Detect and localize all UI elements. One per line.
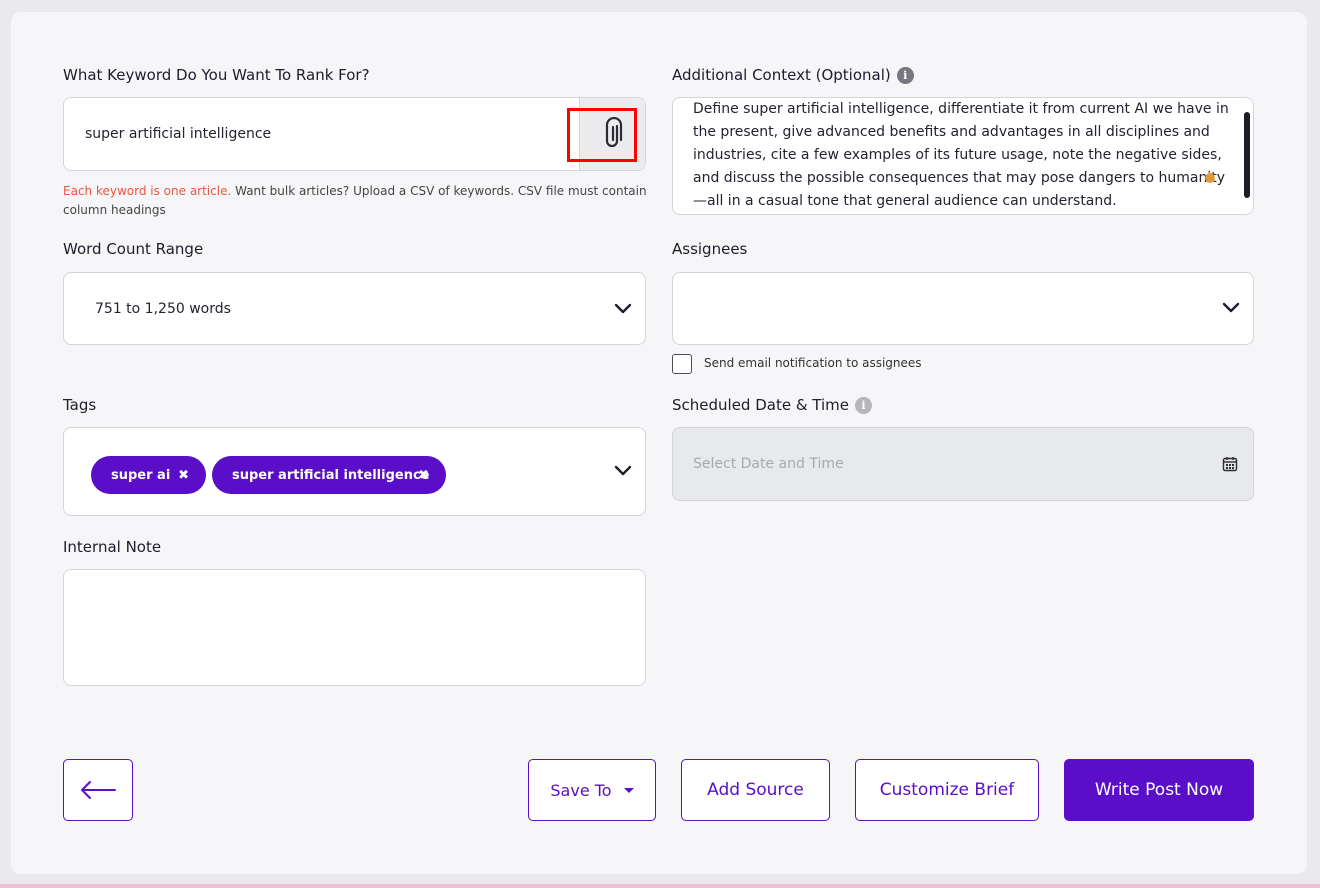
back-button[interactable] <box>63 759 133 821</box>
arrow-left-icon <box>81 781 116 799</box>
tag-chip-label: super artificial intelligence <box>232 467 430 483</box>
schedule-label: Scheduled Date & Time i <box>672 396 873 414</box>
tags-select[interactable]: super ai ✖ super artificial intelligence… <box>63 427 646 516</box>
context-text[interactable]: Define super artificial intelligence, di… <box>693 98 1233 213</box>
save-to-button[interactable]: Save To <box>528 759 656 821</box>
word-count-label: Word Count Range <box>63 240 203 258</box>
tag-chip: super artificial intelligence ✖ <box>212 456 446 494</box>
status-dot <box>1205 173 1215 183</box>
add-source-button[interactable]: Add Source <box>681 759 830 821</box>
keyword-field[interactable]: super artificial intelligence <box>63 97 646 171</box>
notify-assignees-checkbox[interactable] <box>672 354 692 374</box>
assignees-select[interactable] <box>672 272 1254 345</box>
context-textarea[interactable]: Define super artificial intelligence, di… <box>672 97 1254 215</box>
word-count-value: 751 to 1,250 words <box>95 301 231 317</box>
page-bottom-border <box>0 884 1320 888</box>
remove-tag-icon[interactable]: ✖ <box>418 468 429 483</box>
schedule-placeholder: Select Date and Time <box>693 456 844 472</box>
write-post-now-label: Write Post Now <box>1094 780 1224 800</box>
save-to-label: Save To <box>550 780 612 800</box>
tags-label: Tags <box>63 396 96 414</box>
customize-brief-label: Customize Brief <box>879 780 1015 800</box>
add-source-label: Add Source <box>707 780 804 800</box>
info-icon[interactable]: i <box>896 66 914 84</box>
write-post-now-button[interactable]: Write Post Now <box>1064 759 1254 821</box>
caret-down-icon <box>623 787 634 793</box>
chevron-down-icon <box>614 465 632 476</box>
keyword-input[interactable]: super artificial intelligence <box>85 126 271 142</box>
internal-note-label-text: Internal Note <box>63 538 162 556</box>
tag-chip: super ai ✖ <box>91 456 206 494</box>
word-count-select[interactable]: 751 to 1,250 words <box>63 272 646 345</box>
assignees-label: Assignees <box>672 240 747 258</box>
schedule-label-text: Scheduled Date & Time <box>672 396 850 414</box>
attach-highlight-box <box>567 108 637 162</box>
tags-label-text: Tags <box>63 396 97 414</box>
keyword-hint-red: Each keyword is one article. <box>63 184 232 198</box>
word-count-label-text: Word Count Range <box>63 240 204 258</box>
chevron-down-icon <box>1222 302 1240 313</box>
customize-brief-button[interactable]: Customize Brief <box>855 759 1039 821</box>
keyword-label-text: What Keyword Do You Want To Rank For? <box>63 66 370 84</box>
internal-note-textarea[interactable] <box>63 569 646 686</box>
tag-chip-label: super ai <box>111 467 171 483</box>
internal-note-label: Internal Note <box>63 538 161 556</box>
context-scrollbar[interactable] <box>1244 112 1250 198</box>
schedule-date-input[interactable]: Select Date and Time <box>672 427 1254 501</box>
assignees-label-text: Assignees <box>672 240 748 258</box>
notify-assignees-label[interactable]: Send email notification to assignees <box>704 356 922 370</box>
info-icon[interactable]: i <box>855 396 873 414</box>
keyword-hint: Each keyword is one article. Want bulk a… <box>63 182 653 220</box>
context-label-text: Additional Context (Optional) <box>672 66 891 84</box>
remove-tag-icon[interactable]: ✖ <box>178 468 189 483</box>
context-label: Additional Context (Optional) i <box>672 66 914 84</box>
calendar-icon[interactable] <box>1222 456 1238 472</box>
keyword-label: What Keyword Do You Want To Rank For? <box>63 66 370 84</box>
chevron-down-icon <box>614 303 632 314</box>
